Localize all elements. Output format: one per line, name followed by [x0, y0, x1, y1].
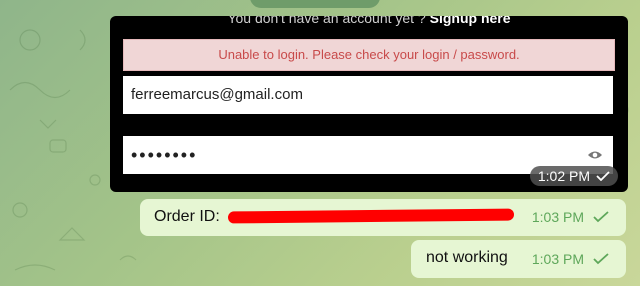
- not-working-message[interactable]: not working 1:03 PM: [411, 240, 626, 278]
- not-working-timestamp: 1:03 PM: [532, 251, 610, 267]
- not-working-text: not working: [426, 249, 508, 266]
- eye-icon: [587, 148, 603, 162]
- login-error-alert: Unable to login. Please check your login…: [123, 39, 615, 71]
- order-id-message[interactable]: Order ID: 1:03 PM: [140, 199, 626, 236]
- password-value: ••••••••: [131, 145, 198, 165]
- double-check-icon: [592, 253, 610, 265]
- screenshot-message[interactable]: You don't have an account yet ? Signup h…: [110, 16, 628, 192]
- order-id-label: Order ID:: [154, 208, 220, 225]
- not-working-time-text: 1:03 PM: [531, 251, 584, 267]
- double-check-icon: [592, 211, 610, 223]
- order-id-timestamp: 1:03 PM: [532, 209, 610, 225]
- signup-prompt: You don't have an account yet ? Signup h…: [110, 16, 628, 26]
- order-id-time-text: 1:03 PM: [531, 209, 584, 225]
- redaction-mark: [227, 208, 515, 224]
- date-pill: [250, 0, 380, 8]
- check-icon: [596, 171, 610, 181]
- email-field: ferreemarcus@gmail.com: [123, 76, 613, 114]
- signup-link: Signup here: [429, 16, 511, 26]
- signup-prompt-text: You don't have an account yet ?: [227, 16, 426, 26]
- screenshot-time-text: 1:02 PM: [537, 168, 590, 184]
- screenshot-timestamp: 1:02 PM: [529, 166, 618, 186]
